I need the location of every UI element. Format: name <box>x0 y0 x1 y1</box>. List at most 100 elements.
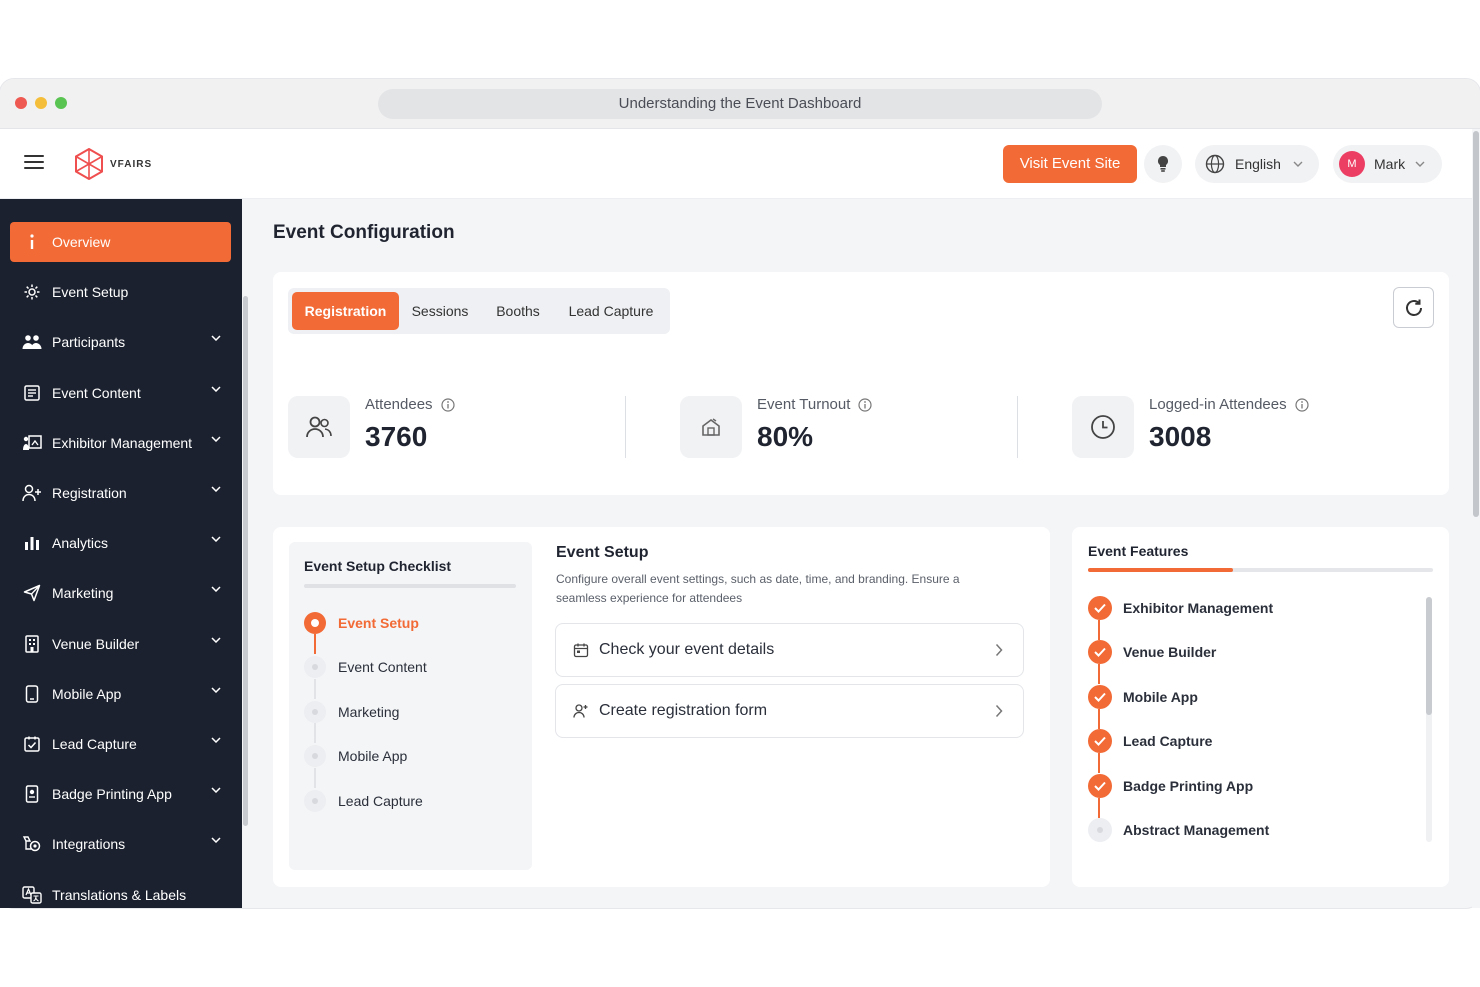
maximize-window-button[interactable] <box>55 97 67 109</box>
create-registration-form-button[interactable]: Create registration form <box>555 684 1024 738</box>
check-circle-icon <box>1088 596 1112 620</box>
checklist-item-label: Event Content <box>338 659 427 675</box>
checklist-connector <box>314 723 316 743</box>
translate-icon <box>22 885 42 905</box>
tab-sessions[interactable]: Sessions <box>403 292 477 330</box>
info-icon[interactable] <box>440 397 455 412</box>
chevron-down-icon <box>211 837 221 844</box>
features-progress-fill <box>1088 568 1233 572</box>
feature-item-exhibitor-management[interactable]: Exhibitor Management <box>1088 596 1273 620</box>
feature-connector <box>1098 709 1100 729</box>
page-scrollbar-thumb[interactable] <box>1473 131 1479 517</box>
sidebar-item-label: Venue Builder <box>52 635 140 652</box>
chevron-down-icon <box>211 436 221 442</box>
attendees-stat-icon-box <box>288 396 350 458</box>
checklist-divider <box>304 584 516 588</box>
sidebar-item-exhibitor-management[interactable]: Exhibitor Management <box>10 423 231 463</box>
sidebar-item-label: Overview <box>52 234 111 250</box>
refresh-button[interactable] <box>1393 287 1434 328</box>
user-add-icon <box>573 704 588 718</box>
sidebar-scrollbar-thumb[interactable] <box>243 296 248 826</box>
sidebar-item-event-content[interactable]: Event Content <box>10 373 231 413</box>
feature-item-lead-capture[interactable]: Lead Capture <box>1088 729 1212 753</box>
lead-capture-icon <box>22 734 42 754</box>
sidebar-item-overview[interactable]: Overview <box>10 222 231 262</box>
checklist-item-event-content[interactable]: Event Content <box>304 656 427 678</box>
bar-chart-icon <box>22 533 42 553</box>
sidebar-item-event-setup[interactable]: Event Setup <box>10 272 231 312</box>
check-event-details-button[interactable]: Check your event details <box>555 623 1024 677</box>
step-pending-icon <box>304 745 326 767</box>
chevron-down-icon <box>211 335 221 342</box>
sidebar-item-integrations[interactable]: Integrations <box>10 824 231 864</box>
phone-icon <box>22 684 42 704</box>
chevron-down-icon <box>1293 161 1303 167</box>
turnout-stat-icon-box <box>680 396 742 458</box>
sidebar-item-label: Integrations <box>52 836 126 853</box>
top-header: VFAIRS Visit Event Site English M Mark <box>0 129 1472 199</box>
title-bar: Understanding the Event Dashboard <box>0 79 1480 129</box>
turnout-stat-label: Event Turnout <box>757 396 873 413</box>
event-features-title: Event Features <box>1088 543 1189 559</box>
sidebar-item-registration[interactable]: Registration <box>10 473 231 513</box>
check-circle-icon <box>1088 729 1112 753</box>
sidebar-item-lead-capture[interactable]: Lead Capture <box>10 724 231 764</box>
sidebar-item-participants[interactable]: Participants <box>10 322 231 362</box>
tab-lead-capture[interactable]: Lead Capture <box>559 292 663 330</box>
building-icon <box>22 634 42 654</box>
info-icon[interactable] <box>858 397 873 412</box>
feature-label: Badge Printing App <box>1123 778 1254 794</box>
logo-text: VFAIRS <box>110 158 153 170</box>
info-icon <box>22 232 42 252</box>
clock-icon <box>1091 415 1115 439</box>
sidebar-item-label: Participants <box>52 334 126 351</box>
checklist-item-label: Marketing <box>338 704 400 720</box>
feature-label: Abstract Management <box>1123 822 1270 838</box>
feature-item-abstract-management[interactable]: Abstract Management <box>1088 818 1269 842</box>
sidebar-item-marketing[interactable]: Marketing <box>10 573 231 613</box>
sidebar-item-label: Badge Printing App <box>52 786 172 803</box>
info-icon[interactable] <box>1295 397 1309 412</box>
sidebar-item-label: Registration <box>52 485 127 501</box>
close-window-button[interactable] <box>15 97 27 109</box>
window-title[interactable]: Understanding the Event Dashboard <box>378 89 1102 119</box>
sidebar-item-badge-printing-app[interactable]: Badge Printing App <box>10 774 231 814</box>
sidebar-item-translations-labels[interactable]: Translations & Labels <box>10 875 231 915</box>
step-active-icon <box>304 612 326 634</box>
vfairs-logo[interactable]: VFAIRS <box>74 147 152 181</box>
sidebar-item-label: Marketing <box>52 585 114 602</box>
turnout-icon <box>702 418 720 436</box>
chevron-right-icon <box>995 643 1003 657</box>
minimize-window-button[interactable] <box>35 97 47 109</box>
users-icon <box>306 416 332 438</box>
sidebar-item-venue-builder[interactable]: Venue Builder <box>10 624 231 664</box>
chevron-down-icon <box>211 536 221 543</box>
feature-item-mobile-app[interactable]: Mobile App <box>1088 685 1198 709</box>
tab-registration[interactable]: Registration <box>292 292 399 330</box>
checklist-item-marketing[interactable]: Marketing <box>304 701 399 723</box>
feature-connector <box>1098 664 1100 684</box>
language-selector[interactable]: English <box>1195 145 1319 183</box>
user-menu[interactable]: M Mark <box>1333 145 1442 183</box>
hamburger-menu-icon[interactable] <box>24 155 44 171</box>
features-scrollbar-thumb[interactable] <box>1426 597 1432 715</box>
gear-icon <box>22 282 42 302</box>
language-label: English <box>1235 156 1281 172</box>
checklist-title: Event Setup Checklist <box>304 558 452 574</box>
event-setup-description: Configure overall event settings, such a… <box>556 572 960 605</box>
check-circle-icon <box>1088 685 1112 709</box>
checklist-item-event-setup[interactable]: Event Setup <box>304 612 419 634</box>
config-tabs: Registration Sessions Booths Lead Captur… <box>288 288 670 334</box>
feature-item-venue-builder[interactable]: Venue Builder <box>1088 640 1216 664</box>
sidebar-item-mobile-app[interactable]: Mobile App <box>10 674 231 714</box>
checklist-item-lead-capture[interactable]: Lead Capture <box>304 790 423 812</box>
visit-event-site-button[interactable]: Visit Event Site <box>1003 145 1137 183</box>
sidebar-item-analytics[interactable]: Analytics <box>10 523 231 563</box>
action-label: Create registration form <box>599 702 768 719</box>
tab-booths[interactable]: Booths <box>481 292 555 330</box>
feature-item-badge-printing-app[interactable]: Badge Printing App <box>1088 774 1253 798</box>
calendar-icon <box>573 643 589 658</box>
tips-button[interactable] <box>1144 145 1182 183</box>
chevron-down-icon <box>211 637 221 643</box>
checklist-item-mobile-app[interactable]: Mobile App <box>304 745 407 767</box>
